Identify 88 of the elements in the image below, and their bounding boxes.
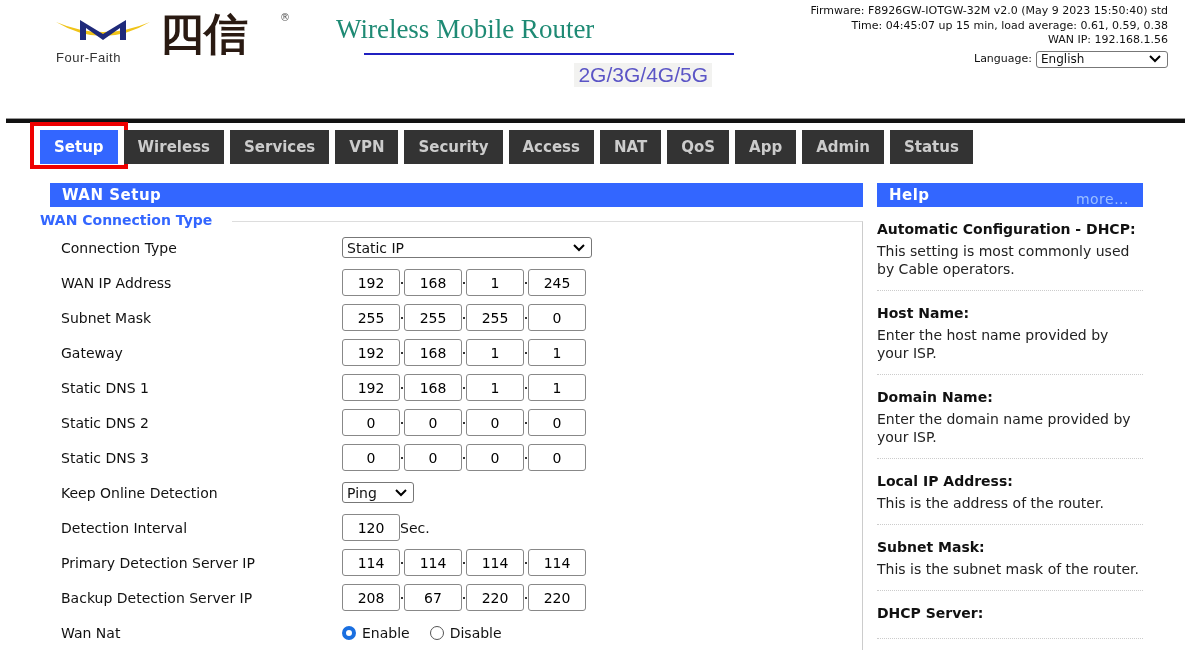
help-term: Host Name: [877,305,971,321]
radio-option[interactable]: Disable [429,624,502,641]
help-text: Enter the domain name provided by your ISP. [877,410,1132,446]
ip-octet-field[interactable]: 0 [528,304,586,331]
ip-octet-field[interactable]: 114 [528,549,586,576]
chevron-icon [573,243,585,252]
ip-octet-field[interactable]: 168 [404,374,462,401]
ip-octet-field[interactable]: 0 [466,444,524,471]
nav-tab[interactable]: Status [889,130,973,164]
brand-logo: 四信 [160,10,248,59]
help-title: Help [889,185,930,206]
nav-tab[interactable]: VPN [335,130,399,164]
nav-tab[interactable]: Access [508,130,594,164]
ip-octet-field[interactable]: 1 [466,339,524,366]
help-term: DHCP Server: [877,605,985,621]
nav-tab[interactable]: Security [404,130,503,164]
status-line: Time: 04:45:07 up 15 min, load average: 0.61, 0.59, 0.38 [851,18,1168,33]
ip-octet-field[interactable]: 0 [404,409,462,436]
help-term: Local IP Address: [877,473,1014,489]
status-line: Firmware: F8926GW-IOTGW-32M v2.0 (May 9 2023 15:50:40) std [810,4,1168,19]
ip-octet-field[interactable]: 220 [528,584,586,611]
chevron-icon [1149,55,1161,63]
router-title: Wireless Mobile Router [336,14,596,45]
ip-octet-field[interactable]: 255 [404,304,462,331]
ip-octet-field[interactable]: 255 [342,304,400,331]
interval-field[interactable]: 120 [342,514,400,541]
section-title: WAN Connection Type [40,212,233,228]
ip-octet-field[interactable]: 1 [528,374,586,401]
field-label: Detection Interval [61,519,189,536]
ip-octet-field[interactable]: 192 [342,269,400,296]
ip-octet-field[interactable]: 1 [528,339,586,366]
ip-octet-field[interactable]: 168 [404,339,462,366]
chevron-icon [395,488,407,497]
ip-octet-field[interactable]: 0 [342,409,400,436]
help-term: Automatic Configuration - DHCP: [877,221,1137,237]
registered-mark: ® [280,12,290,23]
ip-octet-field[interactable]: 0 [528,409,586,436]
brand-name: Four-Faith [56,50,121,65]
help-term: Domain Name: [877,389,994,405]
ip-octet-field[interactable]: 255 [466,304,524,331]
help-text: Enter the host name provided by your ISP. [877,326,1110,362]
ip-octet-field[interactable]: 192 [342,339,400,366]
language-label: Language: [974,51,1032,67]
status-line: WAN IP: 192.168.1.56 [1047,33,1168,48]
ip-octet-field[interactable]: 114 [404,549,462,576]
field-label: Static DNS 1 [61,379,150,396]
nav-tab[interactable]: QoS [667,130,730,164]
field-label: Static DNS 3 [61,449,150,466]
language-select[interactable]: English [1036,50,1168,68]
help-text: This is the subnet mask of the router. [877,560,1140,578]
ip-octet-field[interactable]: 1 [466,269,524,296]
nav-tab[interactable]: Setup [40,130,118,164]
nav-tab[interactable]: Services [230,130,330,164]
ip-octet-field[interactable]: 0 [466,409,524,436]
ip-octet-field[interactable]: 0 [342,444,400,471]
ip-octet-field[interactable]: 245 [528,269,586,296]
field-label: Static DNS 2 [61,414,150,431]
nav-tab[interactable]: Admin [802,130,884,164]
ip-octet-field[interactable]: 114 [466,549,524,576]
help-text: This setting is most commonly used by Cable operators. [877,242,1131,278]
unit-label: Sec. [400,519,430,536]
nav-tab[interactable]: NAT [599,130,662,164]
ip-octet-field[interactable]: 220 [466,584,524,611]
radio-option[interactable]: Enable [342,624,410,641]
field-label: Primary Detection Server IP [61,554,256,571]
help-text: This is the address of the router. [877,494,1105,512]
field-label: Subnet Mask [61,309,153,326]
field-label: Backup Detection Server IP [61,589,254,606]
ip-octet-field[interactable]: 0 [404,444,462,471]
ip-octet-field[interactable]: 67 [404,584,462,611]
ip-octet-field[interactable]: 168 [404,269,462,296]
ip-octet-field[interactable]: 114 [342,549,400,576]
dropdown-field[interactable]: Ping [342,482,414,503]
ip-octet-field[interactable]: 1 [466,374,524,401]
field-label: Keep Online Detection [61,484,219,501]
network-subtitle: 2G/3G/4G/5G [574,63,712,87]
ip-octet-field[interactable]: 192 [342,374,400,401]
nav-tab[interactable]: App [735,130,797,164]
field-label: Gateway [61,344,124,361]
dropdown-field[interactable]: Static IP [342,237,592,258]
field-label: Wan Nat [61,624,122,641]
field-label: Connection Type [61,239,178,256]
help-term: Subnet Mask: [877,539,986,555]
panel-header: WAN Setup [50,183,863,207]
field-label: WAN IP Address [61,274,173,291]
nav-tab[interactable]: Wireless [123,130,224,164]
ip-octet-field[interactable]: 208 [342,584,400,611]
ip-octet-field[interactable]: 0 [528,444,586,471]
